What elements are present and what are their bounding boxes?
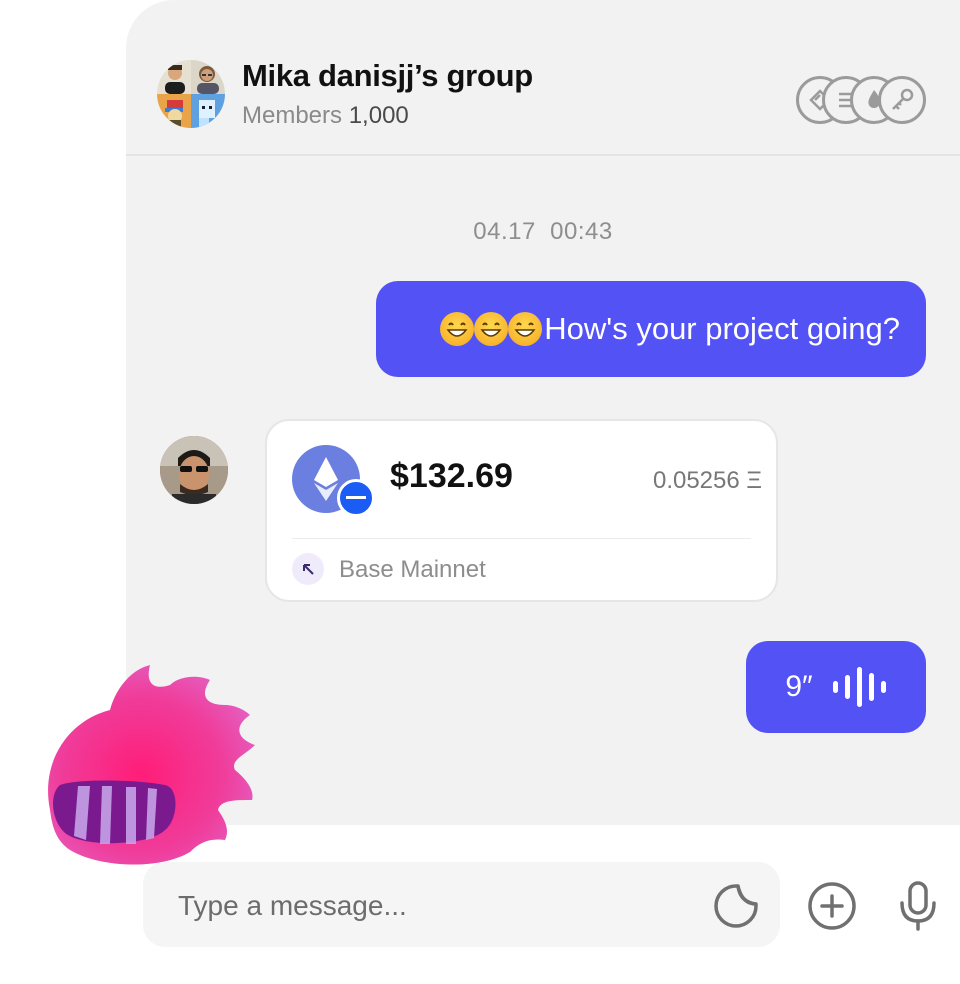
arrow-up-left-icon xyxy=(292,553,324,585)
message-text: How's your project going? xyxy=(544,311,900,346)
voice-message-bubble[interactable]: 9″ xyxy=(746,641,926,733)
grinning-face-icon xyxy=(474,312,509,346)
group-title: Mika danisjj’s group xyxy=(242,58,533,93)
transaction-card[interactable]: $132.69 0.05256 Ξ Base Mainnet xyxy=(265,419,778,602)
mascot-blob-icon xyxy=(48,665,255,865)
divider xyxy=(292,538,751,539)
members-summary: Members 1,000 xyxy=(242,102,409,130)
badge-stack[interactable] xyxy=(796,76,928,126)
grinning-face-icon xyxy=(440,312,475,346)
avatar[interactable] xyxy=(160,436,228,504)
sticker-icon[interactable] xyxy=(711,881,761,931)
members-label: Members xyxy=(242,102,343,129)
outgoing-message-bubble[interactable]: How's your project going? xyxy=(376,281,926,377)
network-label: Base Mainnet xyxy=(339,556,486,583)
add-icon[interactable] xyxy=(806,880,858,932)
voice-duration: 9″ xyxy=(785,670,813,703)
members-count: 1,000 xyxy=(348,102,409,129)
emoji-group xyxy=(440,312,543,346)
transaction-amount: $132.69 xyxy=(390,457,513,495)
input-placeholder: Type a message... xyxy=(178,890,407,921)
group-avatar[interactable] xyxy=(157,60,225,128)
message-timestamp: 04.17 00:43 xyxy=(473,218,613,245)
outgoing-transfer-icon xyxy=(337,479,375,517)
crypto-amount: 0.05256 Ξ xyxy=(652,467,762,494)
microphone-icon[interactable] xyxy=(896,878,940,934)
grinning-face-icon xyxy=(508,312,543,346)
waveform-icon xyxy=(832,667,886,707)
key-icon xyxy=(878,76,926,124)
